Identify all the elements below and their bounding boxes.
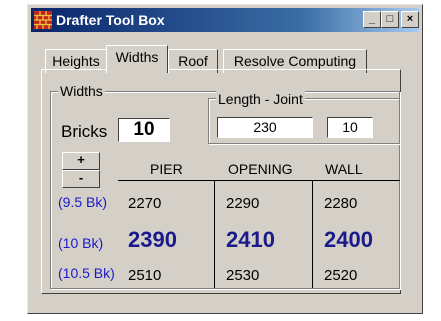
row-label: (10.5 Bk) (58, 265, 115, 281)
tab-widths-label: Widths (115, 49, 159, 65)
widths-group-label: Widths (58, 83, 105, 99)
row-label: (9.5 Bk) (58, 194, 108, 210)
column-divider-2 (312, 180, 313, 288)
close-button[interactable]: × (401, 11, 419, 28)
maximize-button[interactable]: □ (381, 11, 399, 28)
row-label: (10 Bk) (58, 235, 104, 251)
column-divider-1 (214, 180, 215, 288)
pier-value: 2510 (128, 267, 162, 284)
table-header-divider (118, 180, 400, 181)
decrement-bricks-button[interactable]: - (62, 170, 100, 188)
title-bar[interactable]: Drafter Tool Box _ □ × (31, 8, 419, 32)
bricks-label: Bricks (61, 122, 108, 141)
bricks-input[interactable]: 10 (118, 118, 170, 142)
opening-value: 2530 (226, 267, 260, 284)
tab-heights-label: Heights (52, 53, 100, 69)
wall-value: 2520 (324, 267, 358, 284)
length-input[interactable]: 230 (217, 117, 313, 138)
window-title: Drafter Tool Box (56, 12, 165, 28)
opening-value: 2290 (226, 195, 260, 212)
pier-value: 2270 (128, 195, 162, 212)
minimize-icon: _ (368, 13, 376, 25)
wall-value: 2400 (324, 227, 373, 252)
column-header-pier: PIER (150, 161, 183, 177)
pier-value: 2390 (128, 227, 177, 252)
tab-widths[interactable]: Widths (106, 45, 168, 73)
column-header-opening: OPENING (228, 161, 293, 177)
tab-roof-label: Roof (178, 53, 208, 69)
length-joint-group-label: Length - Joint (216, 91, 305, 107)
plus-icon: + (77, 152, 85, 167)
increment-bricks-button[interactable]: + (62, 152, 100, 170)
tab-resolve-computing-label: Resolve Computing (233, 53, 357, 69)
column-header-wall: WALL (325, 161, 363, 177)
drafter-tool-box-window: Drafter Tool Box _ □ × Heights Widths Ro… (27, 4, 423, 314)
brick-wall-icon (34, 11, 52, 29)
minimize-button[interactable]: _ (363, 11, 381, 28)
close-icon: × (406, 13, 414, 25)
joint-input[interactable]: 10 (327, 117, 373, 138)
maximize-icon: □ (386, 13, 394, 25)
opening-value: 2410 (226, 227, 275, 252)
minus-icon: - (78, 170, 84, 185)
wall-value: 2280 (324, 195, 358, 212)
